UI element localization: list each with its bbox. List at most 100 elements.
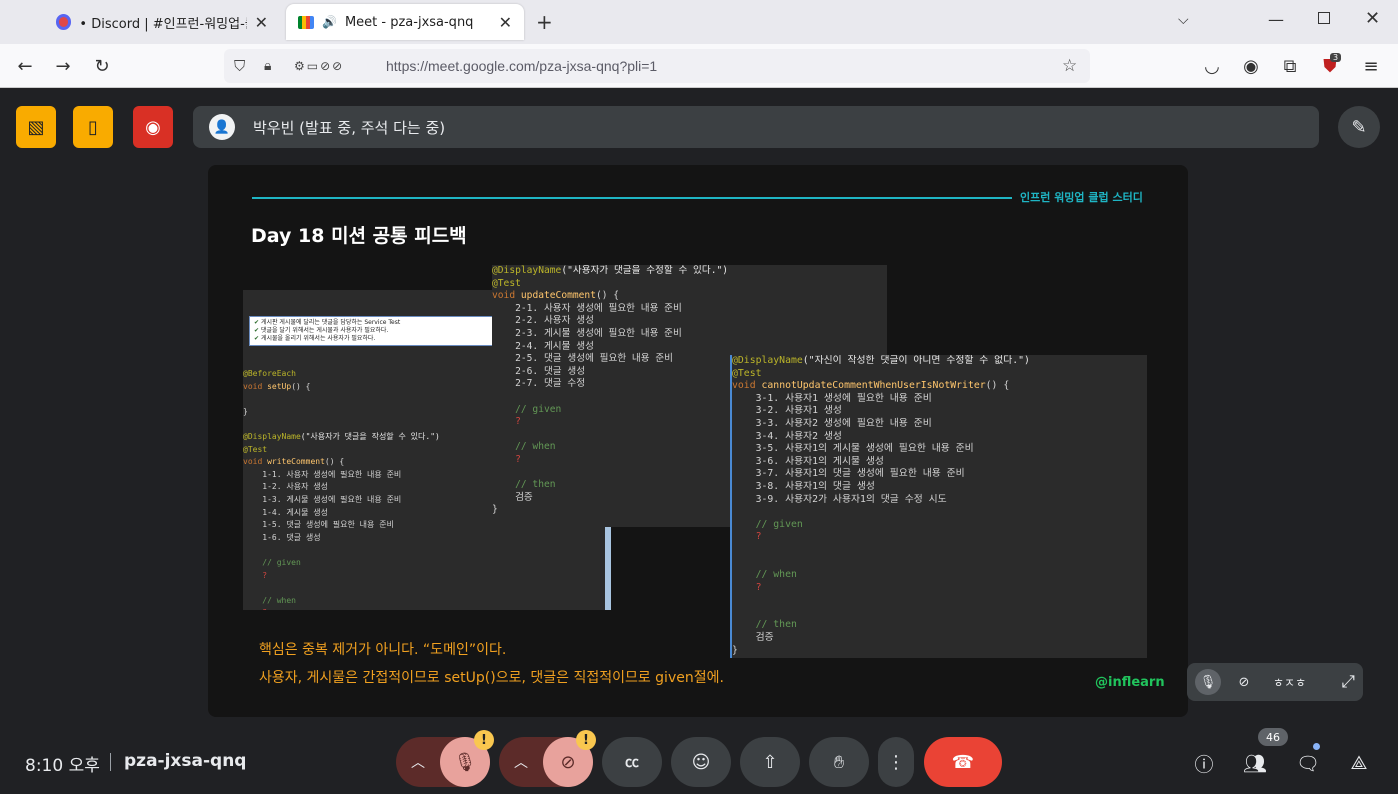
hand-icon: ✋︎ xyxy=(833,751,845,773)
discord-favicon-icon xyxy=(56,14,72,30)
reload-icon[interactable]: ↻ xyxy=(88,52,116,80)
slide-note-line-2: 사용자, 게시물은 간접적이므로 setUp()으로, 댓글은 직접적이므로 g… xyxy=(259,670,724,686)
code-line: void updateComment() { xyxy=(492,290,620,302)
presenter-label: 박우빈 (발표 중, 주석 다는 중) xyxy=(253,118,446,137)
code-line: ? xyxy=(243,570,268,580)
back-arrow-icon[interactable]: ← xyxy=(11,52,39,80)
presenter-banner: 👤 박우빈 (발표 중, 주석 다는 중) xyxy=(193,106,1319,148)
participant-count-badge: 46 xyxy=(1258,728,1288,746)
code-line: 3-9. 사용자2가 사용자1의 댓글 수정 시도 xyxy=(732,493,947,505)
recording-icon[interactable]: ◉ xyxy=(133,106,173,148)
code-line: 2-2. 사용자 생성 xyxy=(492,315,594,327)
permissions-icons[interactable]: ⚙▭⊘⊘ xyxy=(294,59,344,73)
raise-hand-button[interactable]: ✋︎ xyxy=(809,737,869,787)
code-line: 3-5. 사용자1의 게시물 생성에 필요한 내용 준비 xyxy=(732,443,974,455)
mic-warning-icon: ! xyxy=(474,730,494,750)
account-icon[interactable]: ◉ xyxy=(1237,52,1265,80)
people-icon[interactable]: 👥︎ xyxy=(1237,745,1273,781)
camera-off-icon[interactable]: ⊘ xyxy=(1231,669,1257,695)
code-line: ? xyxy=(243,607,605,610)
captions-icon: ㏄ xyxy=(625,755,639,771)
tab-meet-label: Meet - pza-jxsa-qnq xyxy=(344,14,474,30)
check-icon: ✔ xyxy=(254,327,261,334)
url-text[interactable]: https://meet.google.com/pza-jxsa-qnq?pli… xyxy=(386,58,657,74)
activities-icon[interactable]: ⟁ xyxy=(1341,745,1377,781)
close-window-icon[interactable]: ✕ xyxy=(1365,8,1380,29)
code-line: 검증 xyxy=(732,632,774,644)
emoji-reactions-button[interactable]: ☺ xyxy=(671,737,731,787)
divider xyxy=(110,753,111,771)
code-line: @Test xyxy=(492,277,521,289)
avatar: 👤 xyxy=(209,114,235,140)
annotate-pen-icon[interactable]: ✎ xyxy=(1338,106,1380,148)
code-line: 1-6. 댓글 생성 xyxy=(243,532,321,542)
extensions-puzzle-icon[interactable]: ⧉ xyxy=(1276,52,1304,80)
shared-slide: 인프런 워밍업 클럽 스터디 Day 18 미션 공통 피드백 ✔ 게시판 게시… xyxy=(208,165,1188,717)
leave-call-button[interactable]: ☎︎ xyxy=(924,737,1002,787)
browser-toolbar: ← → ↻ ⛉ 🔒︎ ⚙▭⊘⊘ https://meet.google.com/… xyxy=(0,44,1398,88)
code-line: 3-3. 사용자2 생성에 필요한 내용 준비 xyxy=(732,417,932,429)
slide-title: Day 18 미션 공통 피드백 xyxy=(251,225,467,247)
code-line: @DisplayName("자신이 작성한 댓글이 아니면 수정할 수 없다."… xyxy=(732,355,1030,366)
layout-off-icon[interactable]: ▧ xyxy=(16,106,56,148)
code-line: @Test xyxy=(732,367,762,379)
expand-icon[interactable]: ⤢ xyxy=(1341,672,1355,692)
code-line: // given xyxy=(243,557,301,567)
code-line: } xyxy=(732,644,738,656)
code-line: 2-3. 게시물 생성에 필요한 내용 준비 xyxy=(492,327,682,339)
tab-discord[interactable]: • Discord | #인프런-워밍업-클 ✕ xyxy=(44,4,280,40)
check-icon: ✔ xyxy=(254,319,261,326)
code-line: // then xyxy=(732,619,797,631)
present-screen-button[interactable]: ⇧ xyxy=(740,737,800,787)
new-tab-button[interactable]: + xyxy=(536,10,553,34)
code-line: // given xyxy=(732,518,803,530)
pocket-icon[interactable]: ◡ xyxy=(1198,52,1226,80)
browser-tab-bar: • Discord | #인프런-워밍업-클 ✕ 🔊 Meet - pza-jx… xyxy=(0,0,1398,44)
self-view-tile[interactable]: 🎙︎ ⊘ ㅎㅈㅎ ⤢ xyxy=(1187,663,1363,701)
code-line: 3-1. 사용자1 생성에 필요한 내용 준비 xyxy=(732,392,932,404)
captions-button[interactable]: ㏄ xyxy=(602,737,662,787)
code-line: 2-4. 게시물 생성 xyxy=(492,340,594,352)
tab-meet[interactable]: 🔊 Meet - pza-jxsa-qnq ✕ xyxy=(286,4,524,40)
meeting-time: 8:10 오후 xyxy=(25,756,100,776)
menu-hamburger-icon[interactable]: ≡ xyxy=(1357,52,1385,80)
audio-options-chevron-icon[interactable]: ︿ xyxy=(396,752,440,772)
code-line: // when xyxy=(732,569,797,581)
maximize-window-icon[interactable] xyxy=(1318,12,1330,24)
tab-close-icon[interactable]: ✕ xyxy=(255,13,268,32)
shield-icon[interactable]: ⛉ xyxy=(234,57,245,75)
camera-warning-icon: ! xyxy=(576,730,596,750)
video-options-chevron-icon[interactable]: ︿ xyxy=(499,752,543,772)
code-line: 2-1. 사용자 생성에 필요한 내용 준비 xyxy=(492,302,682,314)
code-line: void cannotUpdateCommentWhenUserIsNotWri… xyxy=(732,380,1010,392)
address-bar[interactable]: ⛉ 🔒︎ ⚙▭⊘⊘ https://meet.google.com/pza-jx… xyxy=(224,49,1090,83)
checklist-text: 게시판 게시물에 달리는 댓글을 담당하는 Service Test xyxy=(260,319,401,326)
inflearn-logo: @inflearn xyxy=(1095,675,1165,690)
checklist-text: 게시물을 올리기 위해서는 사용자가 필요하다. xyxy=(260,335,376,342)
bookmark-star-icon[interactable]: ☆ xyxy=(1062,56,1077,76)
checklist-text: 댓글을 달기 위해서는 게시물과 사용자가 필요하다. xyxy=(260,327,389,334)
code-line: 3-8. 사용자1의 댓글 생성 xyxy=(732,480,875,492)
speaker-playing-icon[interactable]: 🔊 xyxy=(322,15,337,29)
check-icon: ✔ xyxy=(254,335,261,342)
minimize-window-icon[interactable]: — xyxy=(1268,10,1284,29)
chat-icon[interactable]: 🗨︎ xyxy=(1290,745,1326,781)
lock-icon[interactable]: 🔒︎ xyxy=(264,58,271,74)
tab-close-icon[interactable]: ✕ xyxy=(499,13,512,32)
more-options-button[interactable]: ⋮ xyxy=(878,737,914,787)
door-exit-icon[interactable]: ▯ xyxy=(73,106,113,148)
forward-arrow-icon[interactable]: → xyxy=(49,52,77,80)
code-line: // when xyxy=(243,595,296,605)
meeting-info-icon[interactable]: ⓘ xyxy=(1186,745,1222,781)
tab-list-chevron-icon[interactable]: ⌵ xyxy=(1178,12,1189,28)
code-line: ? xyxy=(732,581,762,593)
code-line: 3-6. 사용자1의 게시물 생성 xyxy=(732,455,884,467)
code-panel-cannot-update: @DisplayName("자신이 작성한 댓글이 아니면 수정할 수 없다."… xyxy=(730,355,1147,658)
mic-off-icon[interactable]: 🎙︎ xyxy=(1195,669,1221,695)
